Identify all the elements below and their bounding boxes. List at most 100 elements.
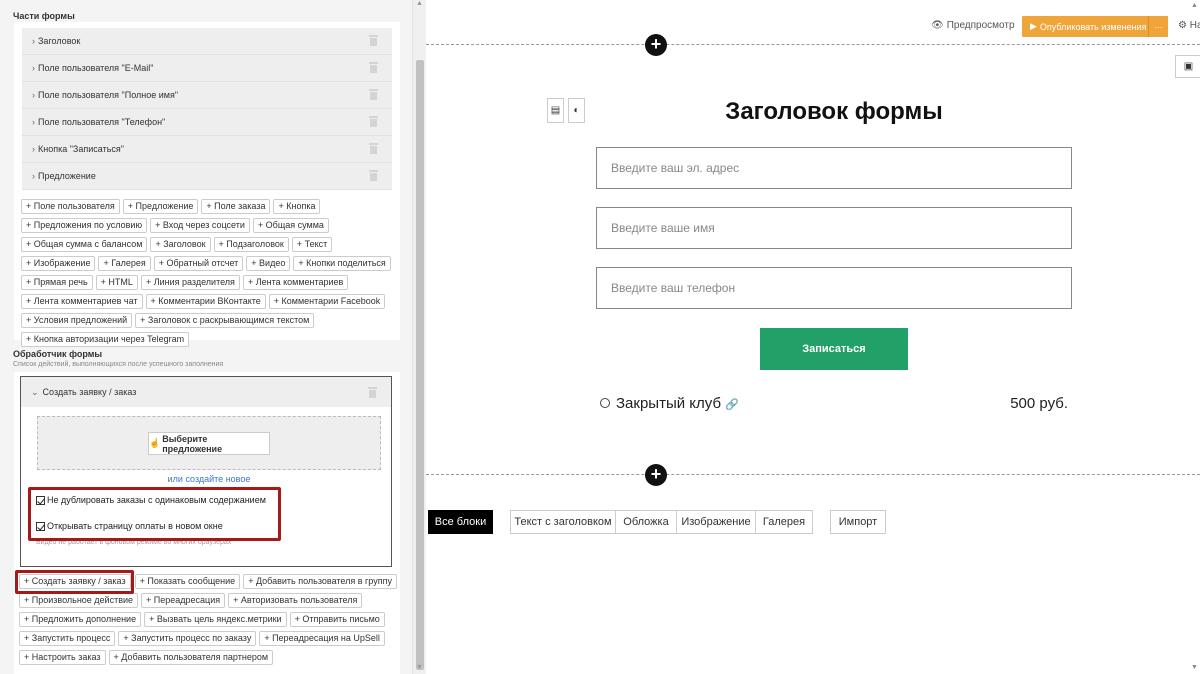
scroll-up-icon[interactable]: ▲ — [1191, 2, 1198, 9]
highlight-checkboxes — [28, 487, 281, 541]
add-part-button[interactable]: + Лента комментариев — [242, 275, 349, 290]
chevron-down-icon: ⌄ — [31, 386, 39, 397]
form-parts-list: › Заголовок › Поле пользователя "E-Mail" ›… — [22, 28, 392, 190]
chevron-right-icon: › — [32, 36, 35, 46]
chevron-right-icon: › — [32, 171, 35, 181]
add-part-button[interactable]: + Общая сумма с балансом — [21, 237, 148, 252]
add-part-button[interactable]: + HTML — [95, 275, 138, 290]
part-row[interactable]: › Заголовок — [22, 28, 392, 55]
scroll-up-icon[interactable]: ▲ — [416, 0, 423, 7]
canvas-scrollbar[interactable]: ▲ ▼ — [1190, 0, 1200, 674]
add-part-button[interactable]: + Предложение — [122, 199, 199, 214]
add-part-button[interactable]: + Поле пользователя — [21, 199, 120, 214]
play-icon: ▶ — [1030, 21, 1037, 31]
part-row[interactable]: › Кнопка "Записаться" — [22, 136, 392, 163]
add-part-button[interactable]: + Изображение — [21, 256, 96, 271]
trash-icon[interactable] — [369, 35, 378, 46]
add-part-button[interactable]: + Кнопка авторизации через Telegram — [21, 332, 190, 347]
add-part-button[interactable]: + Обратный отсчет — [153, 256, 244, 271]
add-action-button[interactable]: + Добавить пользователя в группу — [243, 574, 397, 589]
add-part-button[interactable]: + Текст — [291, 237, 333, 252]
trash-icon[interactable] — [368, 387, 377, 398]
email-field[interactable]: Введите ваш эл. адрес — [596, 147, 1072, 189]
chevron-right-icon: › — [32, 90, 35, 100]
chevron-right-icon: › — [32, 144, 35, 154]
add-action-button[interactable]: + Предложить дополнение — [19, 612, 142, 627]
contrast-icon[interactable]: ◐ — [568, 98, 585, 123]
add-part-button[interactable]: + Условия предложений — [21, 313, 133, 328]
add-action-button[interactable]: + Переадресация на UpSell — [259, 631, 385, 646]
add-part-button[interactable]: + Комментарии ВКонтакте — [145, 294, 266, 309]
part-row[interactable]: › Поле пользователя "Телефон" — [22, 109, 392, 136]
tab-text-heading[interactable]: Текст с заголовком — [510, 510, 616, 534]
tab-cover[interactable]: Обложка — [615, 510, 677, 534]
publish-dropdown-button[interactable]: … — [1148, 16, 1168, 37]
tab-gallery[interactable]: Галерея — [755, 510, 813, 534]
radio-icon[interactable] — [600, 398, 610, 408]
hand-pointer-icon: ☝ — [149, 438, 161, 448]
add-block-plus-icon[interactable]: + — [645, 34, 667, 56]
add-part-button[interactable]: + Поле заказа — [201, 199, 271, 214]
add-part-button[interactable]: + Линия разделителя — [140, 275, 240, 290]
add-action-button[interactable]: + Переадресация — [141, 593, 226, 608]
select-offer-button[interactable]: ☝ Выберите предложение — [148, 432, 270, 455]
import-button[interactable]: Импорт — [830, 510, 886, 534]
add-part-button[interactable]: + Кнопка — [273, 199, 321, 214]
handler-action-header[interactable]: ⌄ Создать заявку / заказ — [21, 377, 391, 407]
gear-icon: ⚙ — [1178, 20, 1187, 31]
add-part-button[interactable]: + Прямая речь — [21, 275, 93, 290]
handler-subtitle: Список действий, выполняющихся после усп… — [13, 361, 224, 368]
trash-icon[interactable] — [369, 89, 378, 100]
add-action-button[interactable]: + Показать сообщение — [134, 574, 241, 589]
add-part-button[interactable]: + Подзаголовок — [213, 237, 289, 252]
scroll-down-icon[interactable]: ▼ — [1191, 664, 1198, 671]
part-row[interactable]: › Поле пользователя "Полное имя" — [22, 82, 392, 109]
tab-all-blocks[interactable]: Все блоки — [428, 510, 493, 534]
add-action-button[interactable]: + Вызвать цель яндекс.метрики — [144, 612, 287, 627]
publish-button[interactable]: ▶ Опубликовать изменения — [1022, 16, 1168, 37]
trash-icon[interactable] — [369, 116, 378, 127]
add-action-button[interactable]: + Настроить заказ — [19, 650, 106, 665]
trash-icon[interactable] — [369, 143, 378, 154]
tab-image[interactable]: Изображение — [676, 510, 756, 534]
phone-field[interactable]: Введите ваш телефон — [596, 267, 1072, 309]
add-part-button[interactable]: + Заголовок — [150, 237, 211, 252]
add-part-buttons: + Поле пользователя + Предложение + Поле з… — [21, 199, 401, 351]
add-action-button[interactable]: + Запустить процесс — [19, 631, 116, 646]
add-action-button[interactable]: + Авторизовать пользователя — [228, 593, 363, 608]
create-new-link[interactable]: или создайте новое — [21, 474, 397, 484]
form-parts-panel: › Заголовок › Поле пользователя "E-Mail" ›… — [14, 22, 400, 347]
add-part-button[interactable]: + Общая сумма — [252, 218, 329, 233]
trash-icon[interactable] — [369, 170, 378, 181]
add-action-button[interactable]: + Добавить пользователя партнером — [108, 650, 274, 665]
add-part-button[interactable]: + Кнопки поделиться — [293, 256, 391, 271]
offer-drop-area: ☝ Выберите предложение — [37, 416, 381, 470]
form-parts-title: Части формы — [13, 11, 75, 21]
form-title[interactable]: Заголовок формы — [596, 98, 1072, 126]
part-row[interactable]: › Поле пользователя "E-Mail" — [22, 55, 392, 82]
add-part-button[interactable]: + Заголовок с раскрывающимся текстом — [135, 313, 315, 328]
trash-icon[interactable] — [369, 62, 378, 73]
offer-name: Закрытый клуб — [616, 395, 722, 412]
block-settings-icon[interactable]: ▤ — [547, 98, 564, 123]
add-part-button[interactable]: + Лента комментариев чат — [21, 294, 143, 309]
add-part-button[interactable]: + Видео — [246, 256, 291, 271]
add-action-button[interactable]: + Отправить письмо — [289, 612, 385, 627]
scrollbar-thumb[interactable] — [416, 60, 424, 670]
add-part-button[interactable]: + Галерея — [98, 256, 151, 271]
name-field[interactable]: Введите ваше имя — [596, 207, 1072, 249]
part-row[interactable]: › Предложение — [22, 163, 392, 190]
sidebar-scrollbar[interactable]: ▲ ▼ — [412, 0, 426, 674]
settings-sidebar: Части формы › Заголовок › Поле пользовател… — [0, 0, 412, 674]
add-part-button[interactable]: + Комментарии Facebook — [268, 294, 386, 309]
preview-button[interactable]: 👁 Предпросмотр — [931, 20, 1015, 31]
add-part-button[interactable]: + Вход через соцсети — [150, 218, 250, 233]
link-icon: 🔗 — [725, 399, 739, 411]
offer-price: 500 руб. — [1010, 395, 1068, 412]
add-part-button[interactable]: + Предложения по условию — [21, 218, 148, 233]
add-block-plus-icon[interactable]: + — [645, 464, 667, 486]
add-action-button[interactable]: + Запустить процесс по заказу — [118, 631, 257, 646]
submit-button[interactable]: Записаться — [760, 328, 908, 370]
add-action-button[interactable]: + Произвольное действие — [19, 593, 139, 608]
scroll-down-icon[interactable]: ▼ — [416, 664, 423, 671]
